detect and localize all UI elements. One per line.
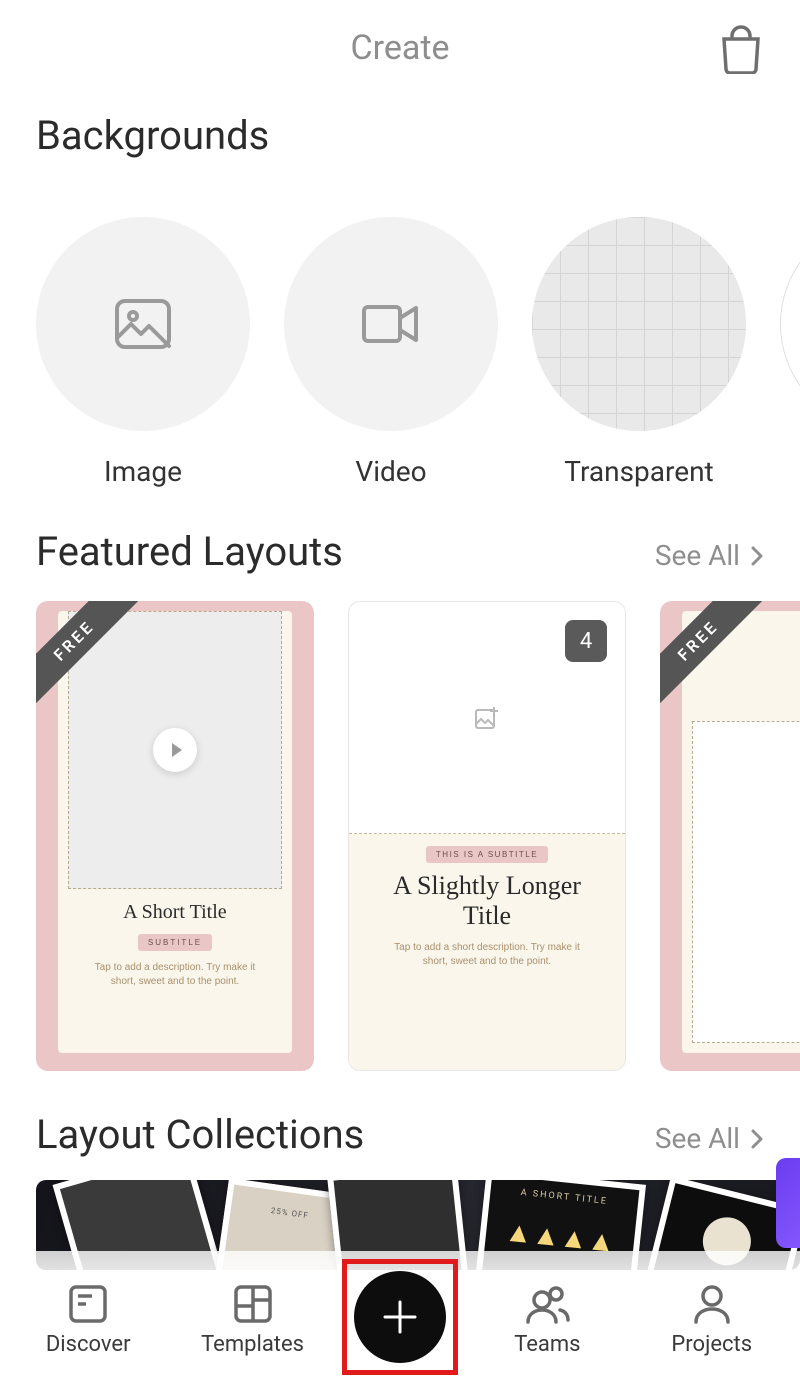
- nav-label: Discover: [46, 1332, 131, 1357]
- featured-see-all-link[interactable]: See All: [655, 539, 764, 572]
- media-placeholder: [692, 721, 800, 1043]
- nav-label: Teams: [514, 1332, 580, 1357]
- discover-icon: [66, 1282, 110, 1326]
- image-add-icon: [474, 705, 500, 731]
- bg-label: Image: [104, 455, 182, 488]
- background-option-video[interactable]: Video: [284, 217, 498, 488]
- projects-icon: [690, 1282, 734, 1326]
- background-option-transparent[interactable]: Transparent: [532, 217, 746, 488]
- background-option-image[interactable]: Image: [36, 217, 250, 488]
- template-title: A Slightly Longer Title: [369, 871, 605, 931]
- template-subtitle: SUBTITLE: [138, 934, 212, 951]
- backgrounds-row: Image Video Transparent: [0, 173, 800, 488]
- shopping-bag-icon[interactable]: [718, 24, 764, 74]
- play-icon: [153, 728, 197, 772]
- video-icon: [361, 302, 421, 346]
- collections-see-all-link[interactable]: See All: [655, 1122, 764, 1155]
- template-pill: THIS IS A SUBTITLE: [426, 846, 548, 863]
- template-title: A Short Title: [68, 901, 282, 924]
- nav-projects[interactable]: Projects: [637, 1282, 787, 1357]
- layout-card-2[interactable]: 4 THIS IS A SUBTITLE A Slightly Longer T…: [348, 601, 626, 1071]
- media-placeholder: [68, 611, 282, 889]
- chevron-right-icon: [750, 1128, 764, 1150]
- templates-icon: [231, 1282, 275, 1326]
- nav-label: Projects: [671, 1332, 752, 1357]
- create-button[interactable]: [354, 1271, 446, 1363]
- create-button-highlight: [342, 1259, 458, 1375]
- featured-layouts-row: FREE A Short Title SUBTITLE Tap to add a…: [0, 587, 800, 1071]
- background-option-more[interactable]: [780, 217, 800, 488]
- backgrounds-heading: Backgrounds: [0, 96, 800, 173]
- template-desc: Tap to add a de… tell your: [682, 675, 800, 686]
- nav-templates[interactable]: Templates: [178, 1282, 328, 1357]
- teams-icon: [522, 1282, 572, 1326]
- plus-icon: [379, 1296, 421, 1338]
- page-count-badge: 4: [565, 620, 607, 662]
- template-desc: Tap to add a short description. Try make…: [369, 941, 605, 969]
- chevron-right-icon: [750, 545, 764, 567]
- nav-discover[interactable]: Discover: [13, 1282, 163, 1357]
- bottom-nav: Discover Templates: [0, 1251, 800, 1381]
- page-title: Create: [350, 28, 449, 68]
- nav-label: Templates: [201, 1332, 304, 1357]
- template-desc: Tap to add a description. Try make it sh…: [68, 961, 282, 989]
- layout-card-3[interactable]: FREE A Shor Tap to add a de… tell your: [660, 601, 800, 1071]
- nav-teams[interactable]: Teams: [472, 1282, 622, 1357]
- bg-label: Video: [355, 455, 426, 488]
- bg-label: Transparent: [564, 455, 713, 488]
- image-icon: [114, 298, 172, 350]
- featured-heading: Featured Layouts: [36, 528, 343, 575]
- layout-card-1[interactable]: FREE A Short Title SUBTITLE Tap to add a…: [36, 601, 314, 1071]
- collections-heading: Layout Collections: [36, 1111, 364, 1158]
- collection-card-next[interactable]: [776, 1158, 800, 1248]
